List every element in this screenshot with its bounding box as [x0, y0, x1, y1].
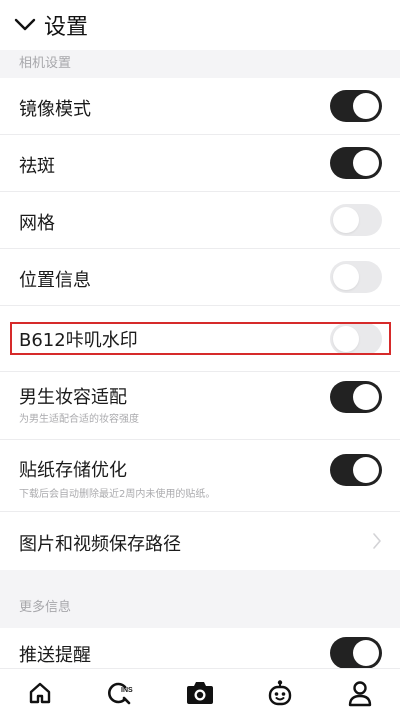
grid-toggle[interactable] [330, 204, 382, 236]
chevron-right-icon [372, 532, 382, 554]
header-bar: 设置 [0, 0, 400, 50]
setting-row-grid: 网格 [0, 192, 400, 249]
location-toggle[interactable] [330, 261, 382, 293]
setting-title: 推送提醒 [19, 645, 91, 666]
back-chevron-icon[interactable] [12, 12, 38, 38]
setting-row-freckle: 祛斑 [0, 135, 400, 192]
watermark-toggle[interactable] [330, 323, 382, 355]
section-label-camera: 相机设置 [0, 50, 400, 72]
setting-title: 位置信息 [19, 270, 91, 291]
profile-icon[interactable] [340, 673, 380, 713]
svg-text:INS: INS [121, 687, 133, 694]
setting-title: 祛斑 [19, 156, 55, 177]
setting-title: 男生妆容适配 [19, 387, 127, 408]
search-ins-icon[interactable]: INS [100, 673, 140, 713]
setting-title: 网格 [19, 213, 55, 234]
camera-icon[interactable] [180, 673, 220, 713]
push-toggle[interactable] [330, 637, 382, 669]
setting-row-male-makeup: 男生妆容适配 为男生适配合适的妆容强度 [0, 372, 400, 440]
bottom-nav: INS [0, 668, 400, 717]
setting-title: 图片和视频保存路径 [19, 534, 181, 555]
home-icon[interactable] [20, 673, 60, 713]
sticker-storage-toggle[interactable] [330, 454, 382, 486]
setting-row-sticker-storage: 贴纸存储优化 下载后会自动删除最近2周内未使用的贴纸。 [0, 440, 400, 512]
setting-title: 贴纸存储优化 [19, 460, 127, 481]
setting-row-location: 位置信息 [0, 249, 400, 306]
character-icon[interactable] [260, 673, 300, 713]
mirror-toggle[interactable] [330, 90, 382, 122]
freckle-toggle[interactable] [330, 147, 382, 179]
setting-row-save-path[interactable]: 图片和视频保存路径 [0, 512, 400, 570]
setting-title: B612咔叽水印 [19, 330, 138, 351]
setting-subtitle: 下载后会自动删除最近2周内未使用的贴纸。 [19, 489, 216, 500]
male-makeup-toggle[interactable] [330, 381, 382, 413]
setting-row-mirror: 镜像模式 [0, 78, 400, 135]
page-title: 设置 [44, 15, 89, 40]
setting-row-watermark: B612咔叽水印 [0, 306, 400, 372]
setting-title: 镜像模式 [19, 99, 91, 120]
setting-subtitle: 为男生适配合适的妆容强度 [19, 414, 139, 425]
